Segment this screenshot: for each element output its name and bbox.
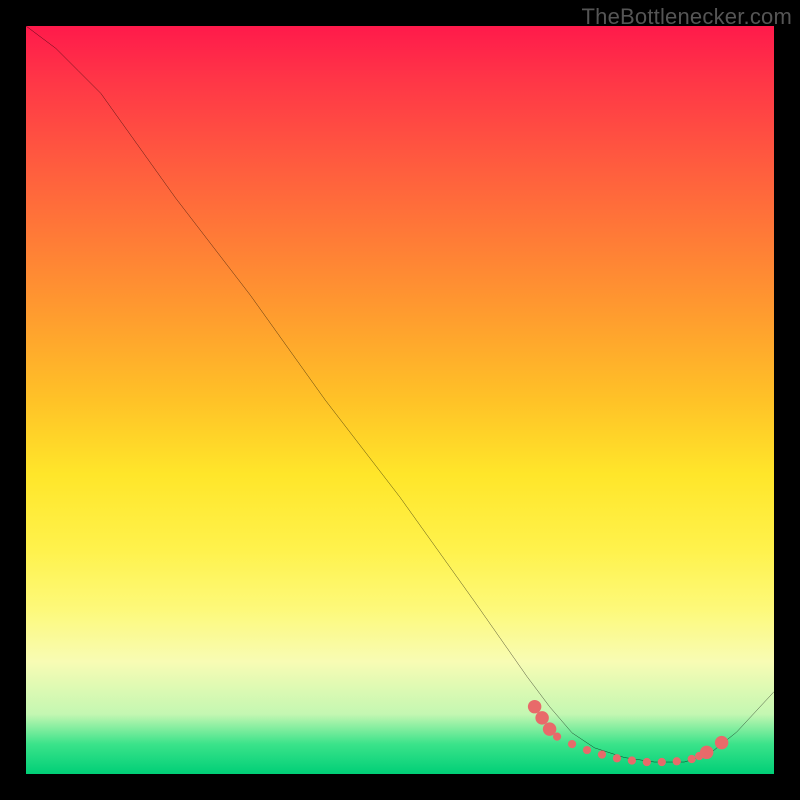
- marker-dot: [700, 746, 713, 759]
- marker-group: [528, 700, 728, 766]
- marker-dot: [553, 732, 561, 740]
- marker-dot: [568, 740, 576, 748]
- chart-stage: TheBottlenecker.com: [0, 0, 800, 800]
- marker-dot: [535, 711, 548, 724]
- marker-dot: [583, 746, 591, 754]
- marker-dot: [613, 754, 621, 762]
- plot-area: [26, 26, 774, 774]
- marker-dot: [658, 758, 666, 766]
- bottleneck-curve: [26, 26, 774, 762]
- marker-dot: [528, 700, 541, 713]
- marker-dot: [688, 755, 696, 763]
- marker-dot: [598, 750, 606, 758]
- marker-dot: [715, 736, 728, 749]
- curve-layer: [26, 26, 774, 774]
- marker-dot: [643, 758, 651, 766]
- marker-dot: [673, 757, 681, 765]
- marker-dot: [628, 756, 636, 764]
